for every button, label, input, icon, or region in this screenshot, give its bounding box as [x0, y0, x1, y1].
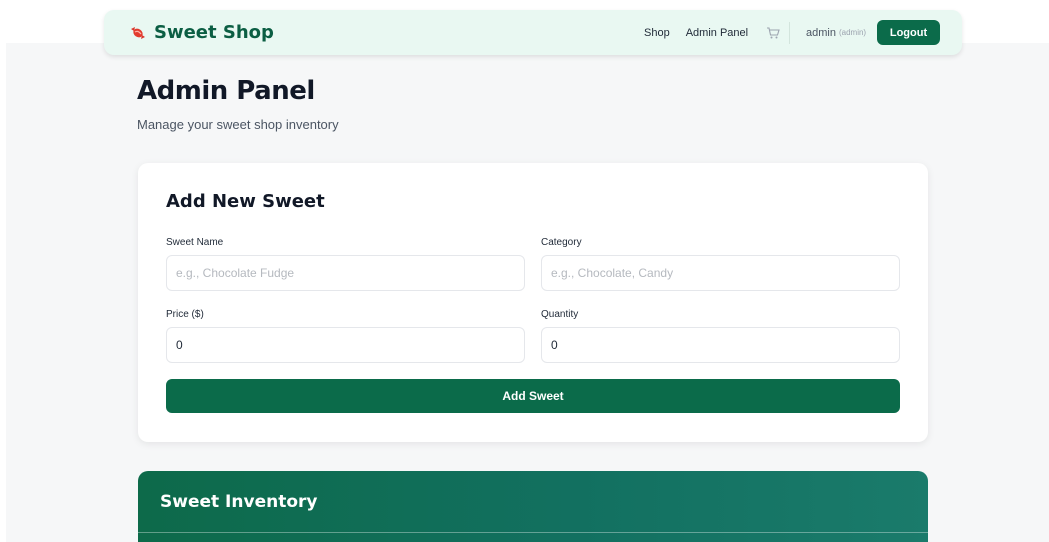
sweet-name-input[interactable]	[166, 255, 525, 291]
category-label: Category	[541, 237, 582, 248]
cart-icon[interactable]	[766, 26, 780, 40]
sweet-name-label: Sweet Name	[166, 237, 224, 248]
category-input[interactable]	[541, 255, 900, 291]
page-title: Admin Panel	[137, 76, 315, 106]
inventory-divider	[138, 532, 928, 533]
add-sweet-card: Add New Sweet Sweet Name Category Price …	[138, 163, 928, 442]
user-role: (admin)	[838, 28, 867, 37]
quantity-label: Quantity	[541, 309, 579, 320]
navbar: Sweet Shop Shop Admin Panel admin (admin…	[104, 10, 962, 55]
sweet-inventory-card: Sweet Inventory	[138, 471, 928, 542]
page-subtitle: Manage your sweet shop inventory	[137, 117, 339, 132]
inventory-title: Sweet Inventory	[160, 492, 318, 512]
nav-link-shop[interactable]: Shop	[644, 27, 670, 39]
brand[interactable]: Sweet Shop	[128, 10, 274, 55]
price-label: Price ($)	[166, 309, 204, 320]
nav-links: Shop Admin Panel	[644, 10, 780, 55]
logout-button[interactable]: Logout	[877, 20, 940, 45]
nav-divider	[789, 22, 790, 44]
add-sweet-button[interactable]: Add Sweet	[166, 379, 900, 413]
add-sweet-title: Add New Sweet	[166, 191, 325, 212]
candy-icon	[128, 23, 148, 43]
user-name: admin	[806, 26, 836, 39]
user-info: admin (admin)	[806, 10, 866, 55]
brand-name: Sweet Shop	[154, 22, 274, 43]
nav-link-admin-panel[interactable]: Admin Panel	[686, 27, 748, 39]
quantity-input[interactable]	[541, 327, 900, 363]
price-input[interactable]	[166, 327, 525, 363]
